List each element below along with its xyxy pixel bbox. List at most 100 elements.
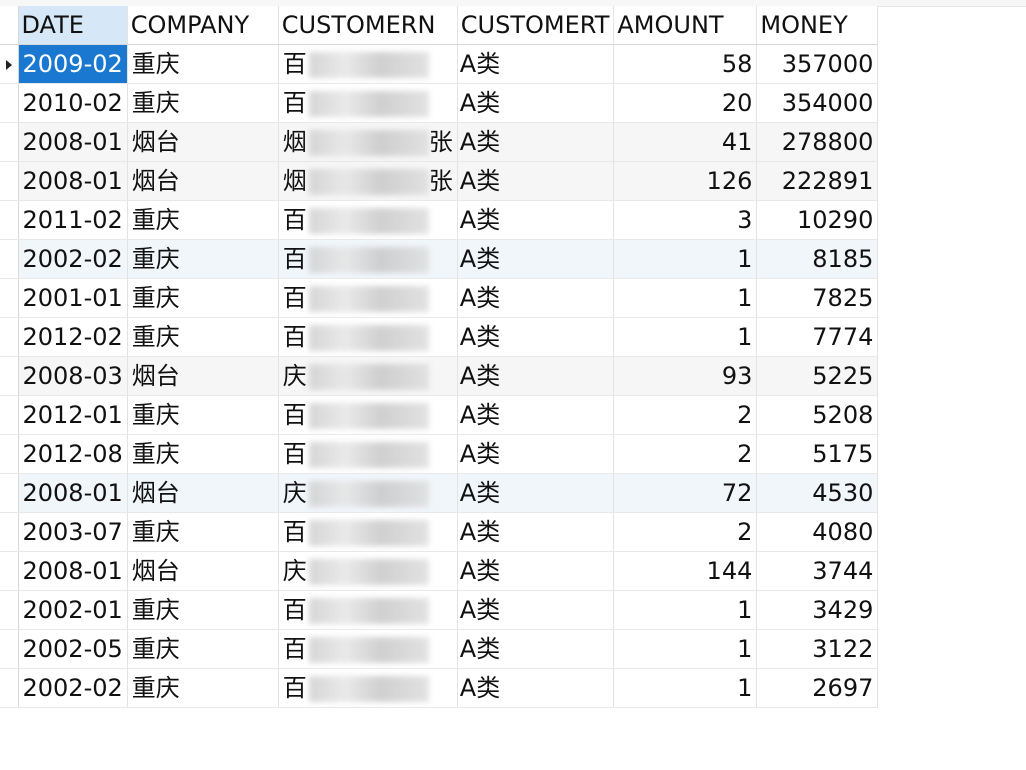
- row-indicator[interactable]: [0, 317, 19, 357]
- cell-amount[interactable]: 144: [613, 551, 758, 591]
- cell-customername[interactable]: 百: [278, 239, 458, 279]
- row-indicator[interactable]: [0, 83, 19, 123]
- cell-money[interactable]: 7774: [756, 317, 879, 357]
- cell-amount[interactable]: 126: [613, 161, 758, 201]
- cell-amount[interactable]: 1: [613, 239, 758, 279]
- table-row[interactable]: 2002-02 重庆百 A类 1 2697: [0, 668, 879, 708]
- cell-customertype[interactable]: A类: [457, 317, 615, 357]
- cell-customertype[interactable]: A类: [457, 278, 615, 318]
- cell-customertype[interactable]: A类: [457, 200, 615, 240]
- cell-customertype[interactable]: A类: [457, 629, 615, 669]
- table-row[interactable]: 2008-01 烟台烟张 A类 126 222891: [0, 161, 879, 201]
- row-indicator[interactable]: [0, 356, 19, 396]
- cell-money[interactable]: 3429: [756, 590, 879, 630]
- cell-date[interactable]: 2002-05: [18, 629, 128, 669]
- cell-money[interactable]: 5175: [756, 434, 879, 474]
- cell-customername[interactable]: 庆: [278, 551, 458, 591]
- cell-company[interactable]: 重庆: [127, 200, 279, 240]
- row-indicator[interactable]: [0, 590, 19, 630]
- table-row[interactable]: 2012-01 重庆百 A类 2 5208: [0, 395, 879, 435]
- cell-customertype[interactable]: A类: [457, 551, 615, 591]
- cell-company[interactable]: 重庆: [127, 668, 279, 708]
- cell-money[interactable]: 3744: [756, 551, 879, 591]
- cell-amount[interactable]: 2: [613, 512, 758, 552]
- cell-amount[interactable]: 93: [613, 356, 758, 396]
- row-indicator[interactable]: [0, 434, 19, 474]
- cell-money[interactable]: 357000: [756, 44, 879, 84]
- cell-customername[interactable]: 百: [278, 629, 458, 669]
- table-row[interactable]: 2001-01 重庆百 A类 1 7825: [0, 278, 879, 318]
- cell-customername[interactable]: 烟张: [278, 122, 458, 162]
- cell-company[interactable]: 重庆: [127, 278, 279, 318]
- cell-company[interactable]: 烟台: [127, 473, 279, 513]
- cell-date[interactable]: 2012-01: [18, 395, 128, 435]
- cell-date[interactable]: 2008-01: [18, 551, 128, 591]
- row-indicator[interactable]: [0, 629, 19, 669]
- cell-customertype[interactable]: A类: [457, 161, 615, 201]
- row-indicator[interactable]: [0, 122, 19, 162]
- cell-customername[interactable]: 烟张: [278, 161, 458, 201]
- row-indicator[interactable]: [0, 44, 19, 84]
- cell-amount[interactable]: 58: [613, 44, 758, 84]
- cell-customername[interactable]: 百: [278, 278, 458, 318]
- cell-customername[interactable]: 百: [278, 200, 458, 240]
- cell-company[interactable]: 重庆: [127, 317, 279, 357]
- cell-date[interactable]: 2008-01: [18, 161, 128, 201]
- cell-customername[interactable]: 百: [278, 434, 458, 474]
- cell-company[interactable]: 重庆: [127, 512, 279, 552]
- cell-date[interactable]: 2002-02: [18, 239, 128, 279]
- cell-amount[interactable]: 2: [613, 395, 758, 435]
- cell-amount[interactable]: 1: [613, 590, 758, 630]
- cell-amount[interactable]: 20: [613, 83, 758, 123]
- table-row[interactable]: 2010-02 重庆百 A类 20 354000: [0, 83, 879, 123]
- cell-company[interactable]: 重庆: [127, 590, 279, 630]
- cell-money[interactable]: 4530: [756, 473, 879, 513]
- row-indicator-header[interactable]: [0, 6, 19, 45]
- cell-date[interactable]: 2008-01: [18, 122, 128, 162]
- cell-company[interactable]: 重庆: [127, 434, 279, 474]
- cell-date[interactable]: 2001-01: [18, 278, 128, 318]
- table-row[interactable]: 2008-03 烟台庆 A类 93 5225: [0, 356, 879, 396]
- cell-customertype[interactable]: A类: [457, 668, 615, 708]
- cell-date[interactable]: 2009-02: [18, 44, 128, 84]
- cell-money[interactable]: 10290: [756, 200, 879, 240]
- row-indicator[interactable]: [0, 239, 19, 279]
- cell-date[interactable]: 2011-02: [18, 200, 128, 240]
- cell-company[interactable]: 重庆: [127, 44, 279, 84]
- column-header-money[interactable]: MONEY: [756, 6, 879, 45]
- row-indicator[interactable]: [0, 395, 19, 435]
- row-indicator[interactable]: [0, 473, 19, 513]
- cell-customername[interactable]: 百: [278, 590, 458, 630]
- column-header-customername[interactable]: CUSTOMERN: [278, 6, 458, 45]
- cell-money[interactable]: 5225: [756, 356, 879, 396]
- cell-date[interactable]: 2012-08: [18, 434, 128, 474]
- cell-customertype[interactable]: A类: [457, 122, 615, 162]
- cell-money[interactable]: 222891: [756, 161, 879, 201]
- cell-customername[interactable]: 百: [278, 317, 458, 357]
- table-row[interactable]: 2002-05 重庆百 A类 1 3122: [0, 629, 879, 669]
- cell-company[interactable]: 重庆: [127, 239, 279, 279]
- cell-company[interactable]: 重庆: [127, 83, 279, 123]
- column-header-amount[interactable]: AMOUNT: [613, 6, 758, 45]
- cell-customertype[interactable]: A类: [457, 590, 615, 630]
- cell-customertype[interactable]: A类: [457, 239, 615, 279]
- cell-date[interactable]: 2002-02: [18, 668, 128, 708]
- cell-date[interactable]: 2008-01: [18, 473, 128, 513]
- cell-company[interactable]: 烟台: [127, 122, 279, 162]
- cell-company[interactable]: 重庆: [127, 629, 279, 669]
- cell-money[interactable]: 2697: [756, 668, 879, 708]
- cell-customertype[interactable]: A类: [457, 44, 615, 84]
- cell-customertype[interactable]: A类: [457, 512, 615, 552]
- table-row[interactable]: 2009-02 重庆百 A类 58 357000: [0, 44, 879, 84]
- cell-amount[interactable]: 1: [613, 668, 758, 708]
- cell-customertype[interactable]: A类: [457, 83, 615, 123]
- table-row[interactable]: 2008-01 烟台庆 A类 144 3744: [0, 551, 879, 591]
- cell-amount[interactable]: 72: [613, 473, 758, 513]
- row-indicator[interactable]: [0, 278, 19, 318]
- cell-amount[interactable]: 2: [613, 434, 758, 474]
- cell-customertype[interactable]: A类: [457, 434, 615, 474]
- cell-amount[interactable]: 1: [613, 629, 758, 669]
- cell-customername[interactable]: 百: [278, 83, 458, 123]
- table-row[interactable]: 2008-01 烟台烟张 A类 41 278800: [0, 122, 879, 162]
- cell-customername[interactable]: 百: [278, 512, 458, 552]
